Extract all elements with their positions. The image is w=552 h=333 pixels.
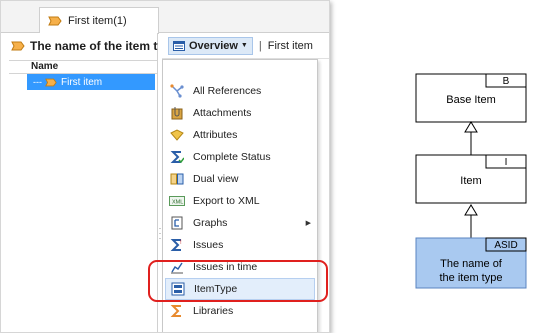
menu-item-label: Graphs <box>193 217 228 229</box>
menu-item-itemtype[interactable]: ItemType <box>165 278 315 300</box>
menu-item-issues[interactable]: ! Issues <box>165 234 315 256</box>
menu-item-label: All References <box>193 85 262 97</box>
menu-item-label: Attributes <box>193 129 238 141</box>
item-type-icon <box>11 41 25 51</box>
references-icon <box>169 83 185 99</box>
issues-time-icon <box>169 259 185 275</box>
column-header-name[interactable]: Name <box>9 60 157 74</box>
uml-inheritance-arrow <box>464 204 478 238</box>
menu-item-label: Complete Status <box>193 151 271 163</box>
menu-item-all-references[interactable]: All References <box>165 80 315 102</box>
menu-item-label: Issues in time <box>193 261 258 273</box>
attachments-icon <box>169 105 185 121</box>
overview-dropdown-menu: All References Attachments Attributes Co… <box>162 59 318 332</box>
uml-class-item-type: ASID The name of the item type <box>415 237 527 289</box>
menu-item-libraries[interactable]: Libraries <box>165 300 315 322</box>
menu-item-export-xml[interactable]: XML Export to XML <box>165 190 315 212</box>
graphs-icon <box>169 215 185 231</box>
tree-row-label: First item <box>61 76 103 88</box>
menu-item-issues-in-time[interactable]: Issues in time <box>165 256 315 278</box>
menu-item-complete-status[interactable]: Complete Status <box>165 146 315 168</box>
svg-text:XML: XML <box>172 200 183 206</box>
menu-item-label: Export to XML <box>193 195 260 207</box>
chevron-down-icon: ▼ <box>240 42 248 49</box>
complete-status-icon <box>169 149 185 165</box>
overview-dropdown-button[interactable]: Overview ▼ <box>168 36 253 55</box>
breadcrumb-separator: | <box>258 39 262 52</box>
menu-item-label: Issues <box>193 239 224 251</box>
uml-class-label: the item type <box>440 272 503 284</box>
export-xml-icon: XML <box>169 193 185 209</box>
uml-inheritance-arrow <box>464 121 478 155</box>
tab-label: First item(1) <box>68 15 127 27</box>
menu-item-attributes[interactable]: Attributes <box>165 124 315 146</box>
application-screenshot: First item(1) The name of the item ty Na… <box>0 0 330 333</box>
issues-icon: ! <box>169 237 185 253</box>
dual-view-icon <box>169 171 185 187</box>
uml-class-label: Base Item <box>446 94 496 106</box>
overview-icon <box>173 40 185 51</box>
menu-item-label: Libraries <box>193 305 234 317</box>
submenu-arrow-icon: ▶ <box>305 220 311 227</box>
tree-line-icon: --- <box>33 77 42 87</box>
detail-panel: Overview ▼ | First item All References A… <box>162 33 329 332</box>
libraries-icon <box>169 303 185 319</box>
tree-panel: The name of the item ty Name --- First i… <box>1 33 158 332</box>
svg-text:!: ! <box>180 240 182 246</box>
tab-first-item[interactable]: First item(1) <box>39 7 159 34</box>
tab-bar: First item(1) <box>1 1 329 34</box>
item-icon <box>48 16 62 26</box>
uml-tag: I <box>505 157 508 168</box>
uml-class-base-item: B Base Item <box>415 73 527 123</box>
tree-panel-title: The name of the item ty <box>30 39 158 53</box>
menu-item-graphs[interactable]: Graphs ▶ <box>165 212 315 234</box>
breadcrumb-item[interactable]: First item <box>268 40 313 52</box>
attributes-icon <box>169 127 185 143</box>
item-icon <box>45 78 57 86</box>
menu-item-attachments[interactable]: Attachments <box>165 102 315 124</box>
menu-item-label: ItemType <box>194 283 238 295</box>
tree-row-first-item[interactable]: --- First item <box>27 74 155 90</box>
menu-item-label: Dual view <box>193 173 239 185</box>
uml-tag: ASID <box>494 240 517 251</box>
uml-class-item: I Item <box>415 154 527 204</box>
itemtype-icon <box>170 281 186 297</box>
detail-toolbar: Overview ▼ | First item <box>162 33 329 59</box>
uml-tag: B <box>503 76 510 87</box>
menu-item-label: Attachments <box>193 107 252 119</box>
tree-panel-header: The name of the item ty <box>1 33 158 59</box>
overview-label: Overview <box>189 39 238 52</box>
menu-item-dual-view[interactable]: Dual view <box>165 168 315 190</box>
uml-class-label: The name of <box>440 258 503 270</box>
uml-class-label: Item <box>460 175 481 187</box>
